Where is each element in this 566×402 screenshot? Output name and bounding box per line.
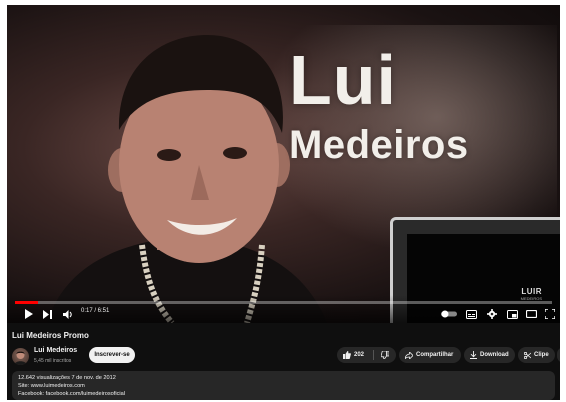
share-icon — [405, 351, 413, 359]
subscribe-button[interactable]: Inscrever-se — [89, 347, 135, 363]
video-person-figure — [47, 35, 327, 323]
captions-icon — [465, 309, 477, 319]
channel-avatar[interactable] — [12, 348, 29, 365]
autoplay-toggle-icon — [441, 310, 457, 318]
play-button[interactable] — [21, 307, 35, 321]
fullscreen-button[interactable] — [543, 307, 557, 321]
overlay-title-line2: Medeiros — [289, 123, 469, 167]
play-icon — [24, 309, 33, 319]
settings-icon — [487, 309, 497, 319]
video-title: Lui Medeiros Promo — [12, 331, 89, 340]
miniplayer-button[interactable] — [505, 307, 519, 321]
share-label: Compartilhar — [416, 352, 454, 358]
video-player[interactable]: Lui Medeiros LUIR MEDEIROS 0:17 / 6:51 — [7, 5, 560, 323]
next-button[interactable] — [40, 307, 54, 321]
youtube-page: Lui Medeiros LUIR MEDEIROS 0:17 / 6:51 — [7, 5, 560, 400]
like-count: 202 — [354, 352, 365, 358]
share-button[interactable]: Compartilhar — [399, 347, 461, 363]
fullscreen-icon — [545, 309, 555, 319]
thumbs-up-icon — [343, 351, 351, 359]
volume-icon — [63, 309, 72, 319]
channel-name[interactable]: Lui Medeiros — [34, 347, 77, 354]
thumbs-down-icon — [381, 351, 389, 359]
view-stats: 12.642 visualizações 7 de nov. de 2012 — [18, 375, 116, 381]
like-button[interactable]: 202 — [337, 347, 373, 363]
scissors-icon — [524, 351, 531, 359]
dislike-button[interactable] — [374, 347, 396, 363]
clip-label: Clipe — [534, 352, 549, 358]
download-label: Download — [480, 352, 509, 358]
subscriber-count: 5,45 mil inscritos — [34, 358, 72, 364]
more-actions-button[interactable]: ··· — [557, 347, 560, 363]
description-facebook: Facebook: facebook.com/luimedeirosoficia… — [18, 391, 125, 397]
like-dislike-group: 202 — [337, 347, 396, 363]
next-icon — [42, 309, 52, 319]
download-button[interactable]: Download — [464, 347, 515, 363]
miniplayer-icon — [506, 309, 518, 319]
volume-button[interactable] — [61, 307, 75, 321]
settings-button[interactable] — [485, 307, 499, 321]
theater-icon — [525, 310, 537, 318]
description-box[interactable]: 12.642 visualizações 7 de nov. de 2012 S… — [12, 371, 555, 400]
captions-button[interactable] — [464, 307, 478, 321]
progress-bar[interactable] — [15, 301, 552, 304]
progress-bar-fill — [15, 301, 39, 304]
download-icon — [470, 351, 477, 359]
clip-button[interactable]: Clipe — [518, 347, 555, 363]
autoplay-toggle[interactable] — [440, 307, 458, 321]
time-display: 0:17 / 6:51 — [81, 308, 110, 314]
theater-button[interactable] — [524, 307, 538, 321]
description-site: Site: www.luimedeiros.com — [18, 383, 85, 389]
overlay-title-line1: Lui — [289, 41, 397, 119]
